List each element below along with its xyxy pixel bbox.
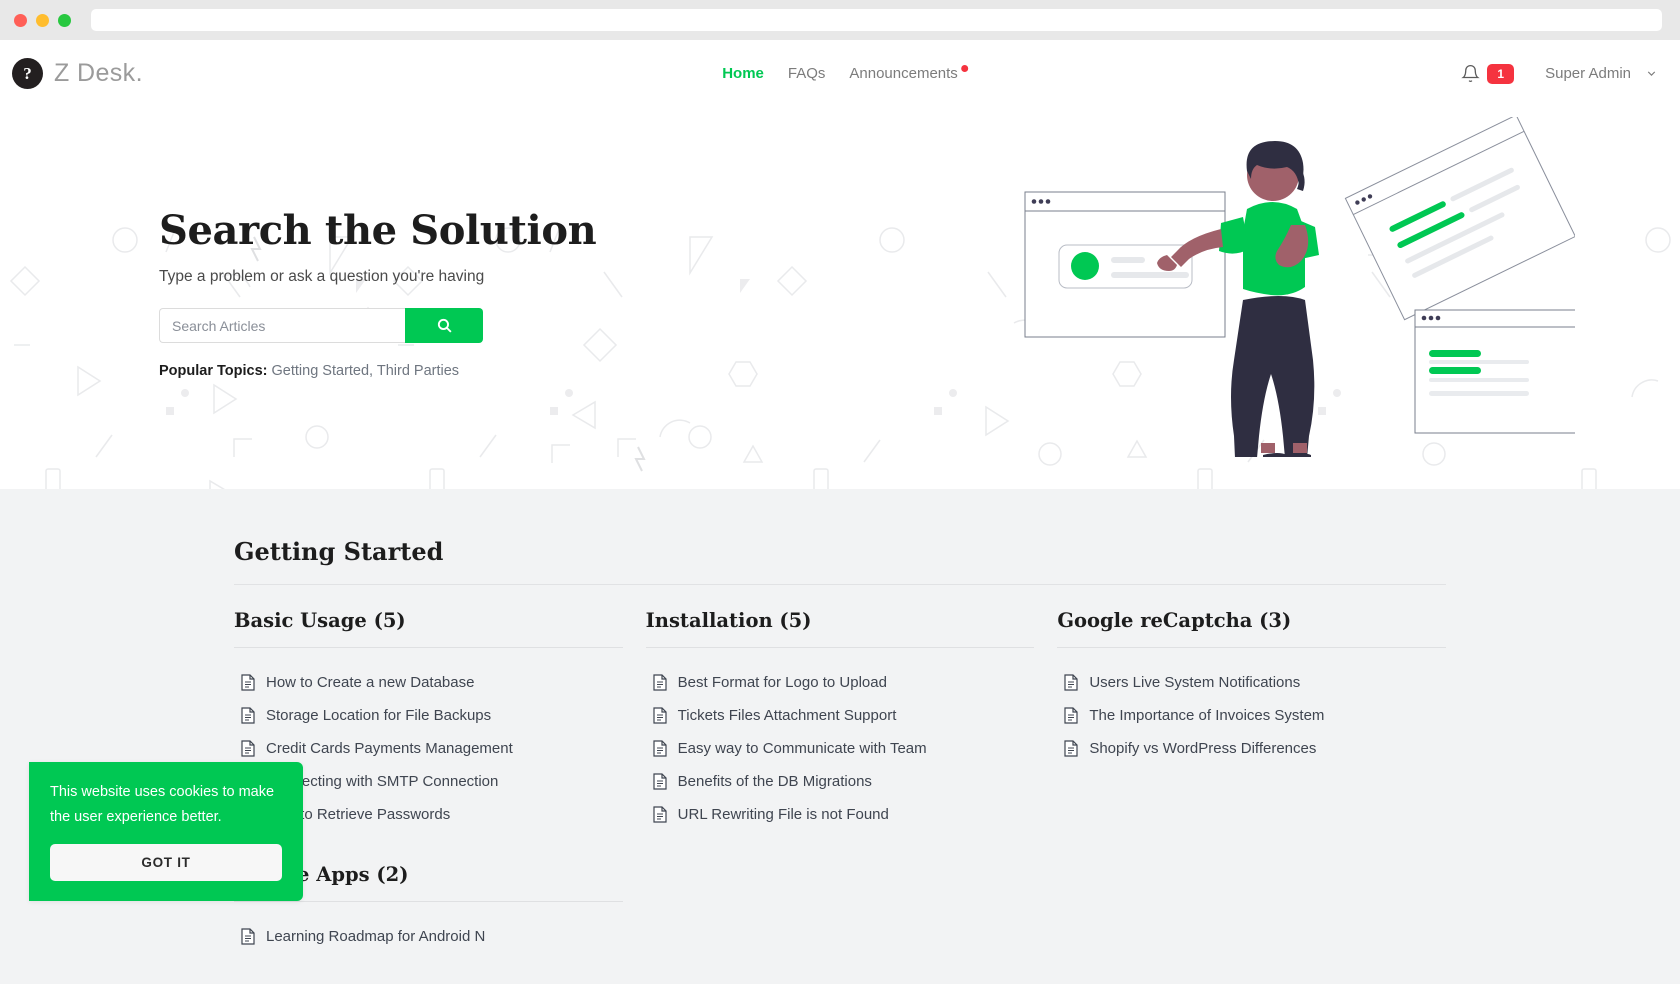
search-icon: [437, 318, 452, 333]
list-item[interactable]: Easy way to Communicate with Team: [646, 732, 1035, 765]
announcement-status-dot-icon: [960, 65, 968, 72]
section-divider: [234, 584, 1446, 585]
main-navigation: Home FAQs Announcements: [722, 65, 968, 82]
hero-subtitle: Type a problem or ask a question you're …: [159, 268, 485, 285]
window-traffic-lights: [14, 13, 71, 27]
search-submit-button[interactable]: [405, 308, 483, 343]
document-icon: [241, 928, 255, 945]
list-item[interactable]: Tickets Files Attachment Support: [646, 699, 1035, 732]
page-title: Getting Started: [234, 537, 444, 566]
list-item[interactable]: Shopify vs WordPress Differences: [1057, 732, 1446, 765]
hero-illustration: [1024, 117, 1575, 457]
document-icon: [653, 707, 667, 724]
list-item[interactable]: The Importance of Invoices System: [1057, 699, 1446, 732]
category-installation: Installation (5) Best Format for Logo to…: [645, 609, 1035, 831]
illustration-window-right: [1414, 309, 1575, 434]
document-icon: [1064, 674, 1078, 691]
category-title: Installation (5): [645, 609, 812, 632]
category-google-recaptcha: Google reCaptcha (3) Users Live System N…: [1057, 609, 1446, 765]
article-link[interactable]: The Importance of Invoices System: [1089, 707, 1324, 724]
document-icon: [653, 773, 667, 790]
category-divider: [1057, 647, 1446, 648]
article-list: Best Format for Logo to Upload Tickets F…: [646, 666, 1035, 831]
article-link[interactable]: Shopify vs WordPress Differences: [1089, 740, 1316, 757]
popular-topics-label: Popular Topics:: [159, 363, 268, 379]
search-input[interactable]: [159, 308, 405, 343]
maximize-window-button[interactable]: [58, 13, 71, 27]
illustration-window-left: [1024, 191, 1226, 338]
cookie-message: This website uses cookies to make the us…: [50, 784, 275, 825]
article-link[interactable]: Learning Roadmap for Android N: [266, 928, 485, 945]
hero-title: Search the Solution: [159, 207, 597, 254]
nav-item-home[interactable]: Home: [722, 65, 764, 82]
document-icon: [653, 740, 667, 757]
article-link[interactable]: Credit Cards Payments Management: [266, 740, 513, 757]
browser-chrome: [0, 0, 1680, 40]
close-window-button[interactable]: [14, 13, 27, 27]
article-link[interactable]: Storage Location for File Backups: [266, 707, 491, 724]
header-right: 1 Super Admin: [1461, 63, 1658, 84]
illustration-window-tilted: [1344, 117, 1575, 321]
article-list: Learning Roadmap for Android N: [234, 920, 623, 953]
list-item[interactable]: URL Rewriting File is not Found: [646, 798, 1035, 831]
category-column-3: Google reCaptcha (3) Users Live System N…: [1057, 609, 1446, 953]
document-icon: [1064, 707, 1078, 724]
article-link[interactable]: Tickets Files Attachment Support: [678, 707, 897, 724]
list-item[interactable]: Storage Location for File Backups: [234, 699, 623, 732]
page: ? Z Desk. Home FAQs Announcements 1 Supe…: [0, 0, 1680, 984]
document-icon: [653, 806, 667, 823]
list-item[interactable]: Credit Cards Payments Management: [234, 732, 623, 765]
category-column-2: Installation (5) Best Format for Logo to…: [645, 609, 1035, 953]
article-link[interactable]: Users Live System Notifications: [1089, 674, 1300, 691]
search-form: [159, 308, 483, 343]
content-section: Getting Started Basic Usage (5) How to C…: [0, 489, 1680, 984]
list-item[interactable]: Benefits of the DB Migrations: [646, 765, 1035, 798]
category-divider: [234, 647, 623, 648]
address-bar[interactable]: [91, 9, 1662, 31]
content-inner: Getting Started Basic Usage (5) How to C…: [220, 537, 1460, 953]
cookie-consent-banner: This website uses cookies to make the us…: [29, 762, 303, 901]
list-item[interactable]: Best Format for Logo to Upload: [646, 666, 1035, 699]
article-link[interactable]: How to Create a new Database: [266, 674, 474, 691]
document-icon: [1064, 740, 1078, 757]
document-icon: [241, 740, 255, 757]
brand-logo[interactable]: ? Z Desk.: [12, 58, 143, 89]
minimize-window-button[interactable]: [36, 13, 49, 27]
document-icon: [241, 674, 255, 691]
category-divider: [645, 647, 1035, 648]
article-link[interactable]: URL Rewriting File is not Found: [678, 806, 889, 823]
nav-item-announcements[interactable]: Announcements: [849, 65, 957, 82]
nav-item-announcements-wrap: Announcements: [849, 65, 968, 82]
category-grid: Basic Usage (5) How to Create a new Data…: [234, 609, 1446, 953]
article-link[interactable]: Benefits of the DB Migrations: [678, 773, 872, 790]
article-list: Users Live System Notifications The Impo…: [1057, 666, 1446, 765]
document-icon: [241, 707, 255, 724]
cookie-accept-button[interactable]: GOT IT: [50, 843, 282, 881]
user-menu-label[interactable]: Super Admin: [1545, 65, 1631, 82]
popular-topics-links[interactable]: Getting Started, Third Parties: [272, 363, 460, 379]
brand-name: Z Desk.: [54, 59, 143, 87]
popular-topics: Popular Topics: Getting Started, Third P…: [159, 363, 719, 379]
notifications[interactable]: 1: [1461, 63, 1515, 84]
category-title: Basic Usage (5): [234, 609, 406, 632]
hero-section: Search the Solution Type a problem or as…: [0, 107, 1680, 489]
list-item[interactable]: How to Create a new Database: [234, 666, 623, 699]
question-mark-icon: ?: [12, 58, 43, 89]
article-link[interactable]: Easy way to Communicate with Team: [678, 740, 927, 757]
bell-icon: [1461, 65, 1481, 82]
notification-count-badge: 1: [1487, 63, 1515, 84]
category-divider: [234, 901, 623, 902]
article-link[interactable]: Best Format for Logo to Upload: [678, 674, 887, 691]
hero-copy: Search the Solution Type a problem or as…: [159, 209, 719, 387]
document-icon: [653, 674, 667, 691]
chevron-down-icon[interactable]: [1645, 67, 1658, 80]
site-header: ? Z Desk. Home FAQs Announcements 1 Supe…: [0, 40, 1680, 107]
list-item[interactable]: Learning Roadmap for Android N: [234, 920, 623, 953]
nav-item-faqs[interactable]: FAQs: [788, 65, 826, 82]
category-title: Google reCaptcha (3): [1057, 609, 1292, 632]
list-item[interactable]: Users Live System Notifications: [1057, 666, 1446, 699]
